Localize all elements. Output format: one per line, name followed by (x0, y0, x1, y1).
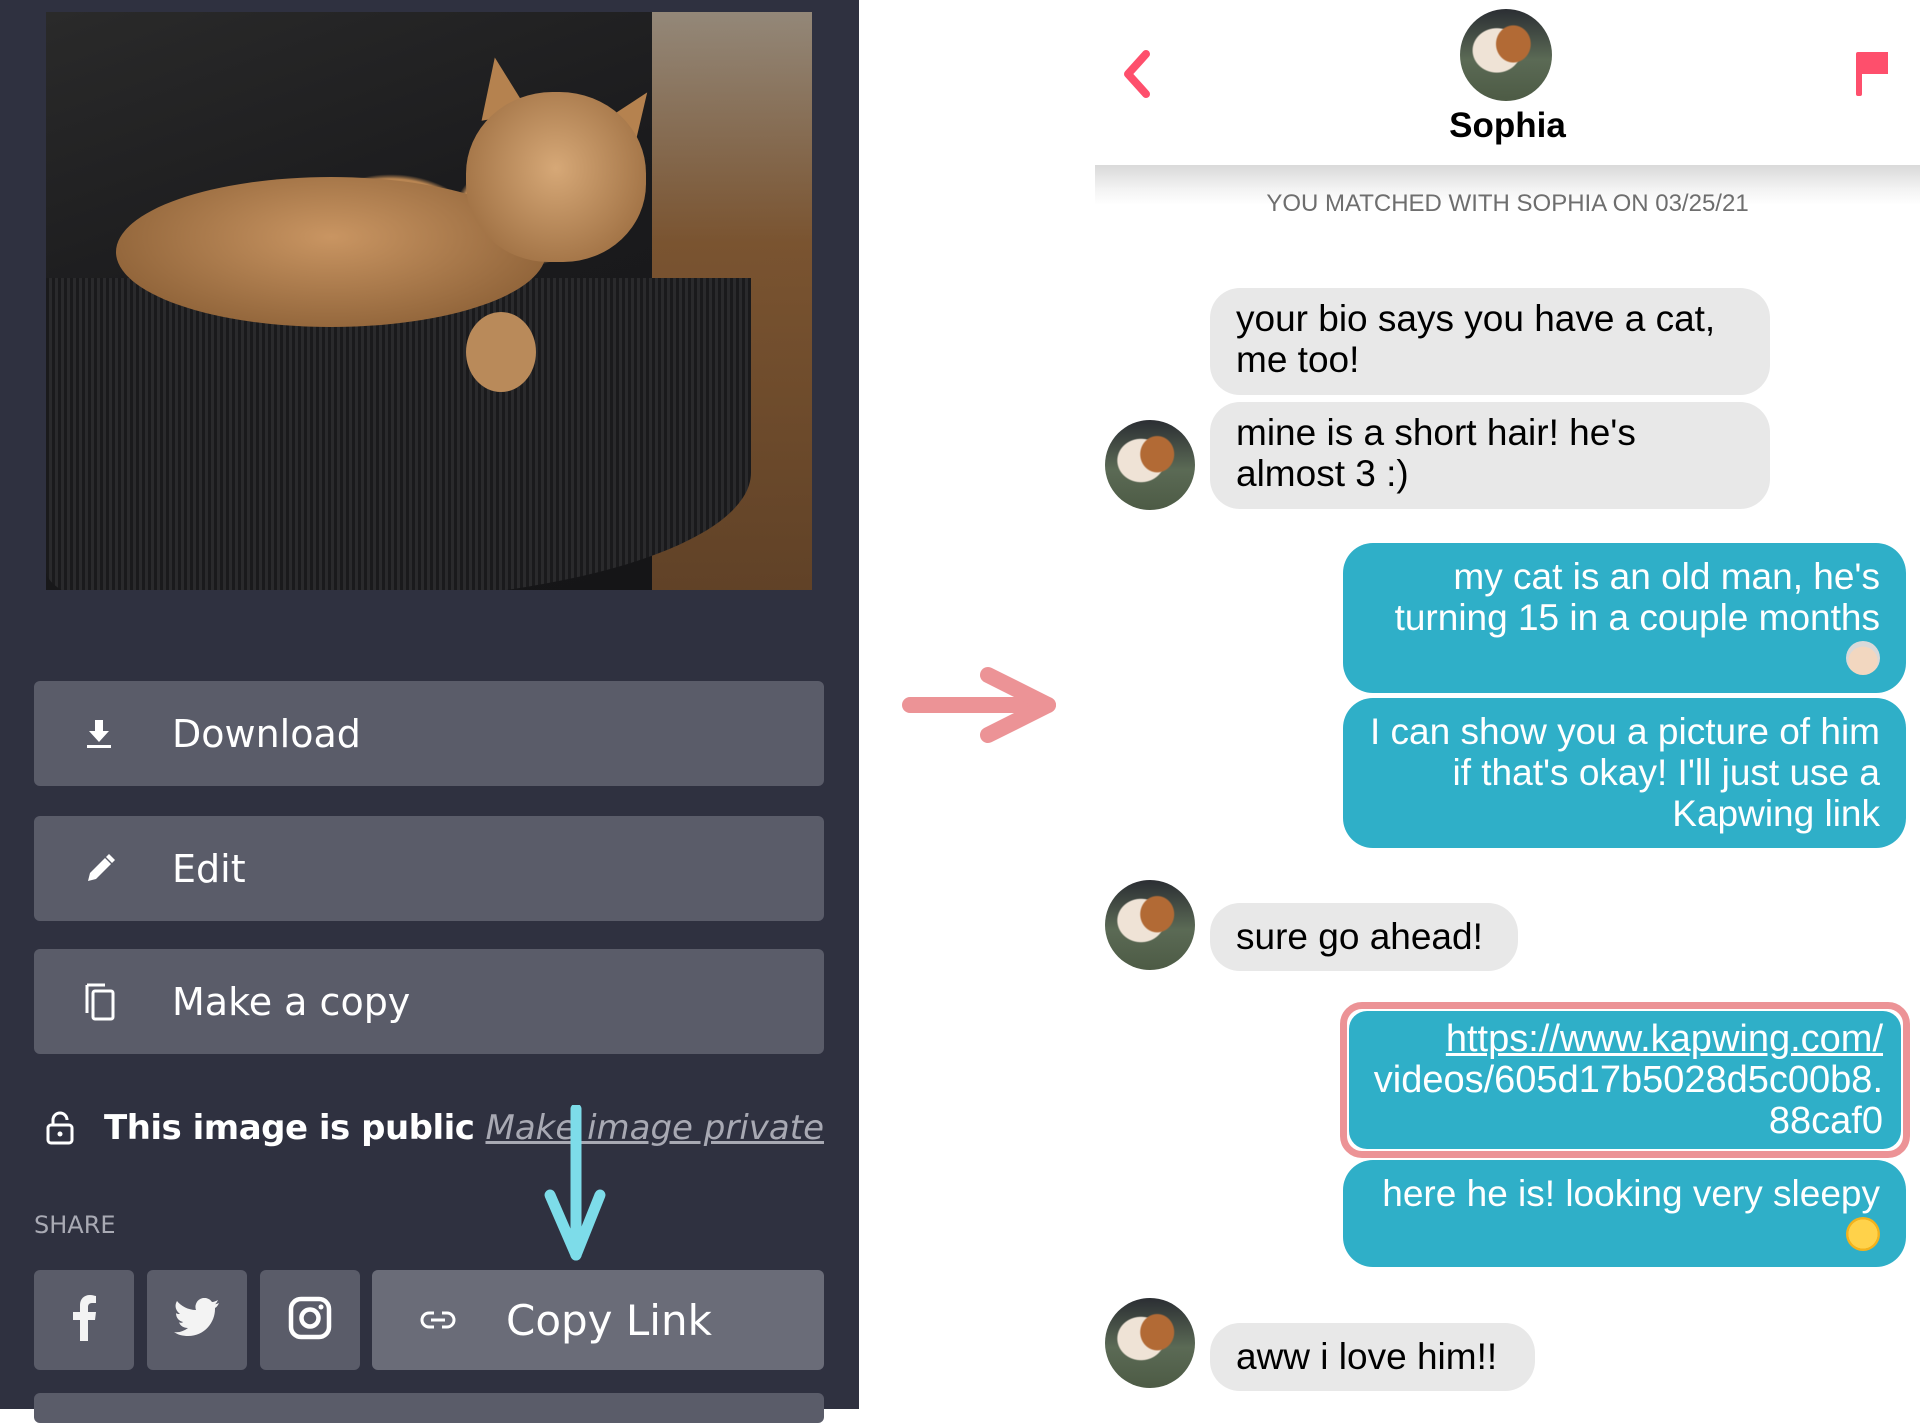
kapwing-share-panel: Download Edit Make a copy This image is … (0, 0, 859, 1423)
copy-link-label: Copy Link (506, 1295, 712, 1345)
message-bubble-sent: here he is! looking very sleepy (1343, 1160, 1906, 1267)
message-bubble-sent: my cat is an old man, he's turning 15 in… (1343, 543, 1906, 693)
copy-icon (84, 983, 148, 1021)
contact-name: Sophia (1449, 106, 1566, 145)
message-text: aww i love him!! (1236, 1336, 1498, 1377)
make-image-private-link[interactable]: Make image private (485, 1108, 824, 1148)
copy-link-button[interactable]: Copy Link (372, 1270, 824, 1370)
older-man-emoji-icon (1846, 641, 1880, 675)
message-bubble-sent: I can show you a picture of him if that'… (1343, 698, 1906, 848)
edit-label: Edit (172, 846, 246, 891)
pencil-icon (84, 853, 148, 885)
make-a-copy-button[interactable]: Make a copy (34, 949, 824, 1054)
message-text: I can show you a picture of him if that'… (1369, 711, 1880, 834)
chat-screen: Sophia YOU MATCHED WITH SOPHIA ON 03/25/… (1095, 0, 1920, 1409)
report-flag-icon[interactable] (1854, 48, 1890, 103)
contact-avatar[interactable] (1105, 880, 1195, 970)
share-instagram-button[interactable] (260, 1270, 360, 1370)
contact-avatar[interactable] (1460, 9, 1552, 101)
visibility-status: This image is public (104, 1108, 475, 1148)
instagram-icon (288, 1296, 332, 1345)
message-bubble-received: mine is a short hair! he's almost 3 :) (1210, 402, 1770, 509)
photo-cat-head (466, 92, 646, 262)
visibility-row: This image is public Make image private (46, 1100, 824, 1156)
message-bubble-link[interactable]: https://www.kapwing.com/ videos/605d17b5… (1349, 1011, 1901, 1149)
right-arrow-annotation (902, 667, 1056, 743)
share-twitter-button[interactable] (147, 1270, 247, 1370)
back-chevron-icon[interactable] (1120, 48, 1154, 105)
sleeping-face-emoji-icon (1846, 1217, 1880, 1251)
unlock-icon (46, 1111, 76, 1145)
make-a-copy-label: Make a copy (172, 979, 411, 1024)
kapwing-link-path[interactable]: videos/605d17b5028d5c00b8. (1367, 1060, 1883, 1101)
message-bubble-received: sure go ahead! (1210, 903, 1518, 971)
message-text: your bio says you have a cat, me too! (1236, 298, 1716, 380)
download-label: Download (172, 711, 361, 756)
avatar-image (1105, 880, 1195, 970)
kapwing-link-id[interactable]: 88caf0 (1367, 1101, 1883, 1142)
avatar-image (1105, 1298, 1195, 1388)
avatar-image (1105, 420, 1195, 510)
partially-visible-button[interactable] (34, 1393, 824, 1423)
cat-photo (46, 12, 812, 590)
edit-button[interactable]: Edit (34, 816, 824, 921)
message-text: mine is a short hair! he's almost 3 :) (1236, 412, 1636, 494)
download-icon (84, 718, 148, 750)
share-facebook-button[interactable] (34, 1270, 134, 1370)
contact-avatar[interactable] (1105, 420, 1195, 510)
message-text: here he is! looking very sleepy (1382, 1173, 1880, 1214)
twitter-icon (174, 1297, 220, 1343)
facebook-icon (71, 1294, 97, 1346)
photo-chair-seat (46, 277, 751, 590)
chat-header: Sophia (1095, 0, 1920, 165)
avatar-image (1460, 9, 1552, 101)
message-text: my cat is an old man, he's turning 15 in… (1394, 556, 1880, 638)
download-button[interactable]: Download (34, 681, 824, 786)
contact-avatar[interactable] (1105, 1298, 1195, 1388)
share-section-label: SHARE (34, 1211, 116, 1239)
match-date-note: YOU MATCHED WITH SOPHIA ON 03/25/21 (1266, 190, 1749, 217)
message-bubble-received: aww i love him!! (1210, 1323, 1535, 1391)
photo-cat-paw (466, 312, 536, 392)
message-text: sure go ahead! (1236, 916, 1483, 957)
link-icon (420, 1310, 456, 1330)
message-bubble-received: your bio says you have a cat, me too! (1210, 288, 1770, 395)
kapwing-link[interactable]: https://www.kapwing.com/ (1367, 1019, 1883, 1060)
